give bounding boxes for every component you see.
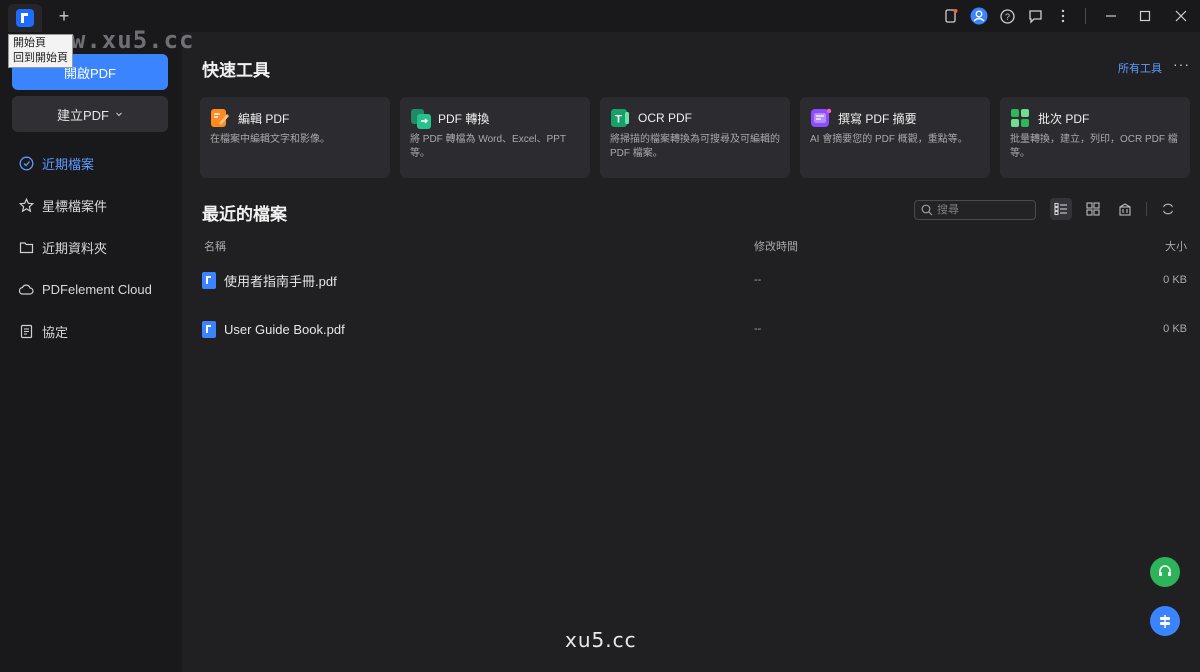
view-controls — [1050, 198, 1179, 220]
close-icon[interactable] — [1162, 2, 1200, 30]
sidebar-item-recent-folders[interactable]: 近期資料夾 — [0, 226, 182, 268]
column-header-name[interactable]: 名稱 — [204, 238, 226, 254]
create-pdf-label: 建立PDF — [56, 107, 109, 123]
tool-name: 撰寫 PDF 摘要 — [838, 111, 917, 126]
headset-icon — [1159, 565, 1171, 576]
more-menu-icon[interactable] — [1049, 2, 1077, 30]
sidebar-item-starred[interactable]: 星標檔案件 — [0, 184, 182, 226]
titlebar-divider — [1085, 8, 1086, 24]
sidebar-item-label: PDFelement Cloud — [42, 281, 152, 297]
tool-card-summarize-pdf[interactable]: 撰寫 PDF 摘要 AI 會摘要您的 PDF 概觀，重點等。 — [800, 97, 990, 178]
chevron-down-icon — [116, 112, 122, 117]
quick-tools-title: 快速工具 — [202, 61, 270, 80]
tool-card-batch-pdf[interactable]: 批次 PDF 批量轉換，建立，列印，OCR PDF 檔等。 — [1000, 97, 1190, 178]
account-avatar-icon[interactable] — [965, 2, 993, 30]
sidebar-nav: 近期檔案 星標檔案件 近期資料夾 PDFelement Cloud 協定 — [0, 142, 182, 352]
notification-icon[interactable] — [937, 2, 965, 30]
tool-card-convert-pdf[interactable]: PDF 轉換 將 PDF 轉檔為 Word、Excel、PPT 等。 — [400, 97, 590, 178]
main-content: 快速工具 所有工具 ··· 編輯 PDF 在檔案中編輯文字和影像。 PDF 轉換… — [182, 32, 1200, 672]
maximize-icon[interactable] — [1128, 2, 1162, 30]
tool-name: PDF 轉換 — [438, 111, 490, 126]
pdfelement-logo-icon — [16, 9, 34, 27]
file-name: 使用者指南手冊.pdf — [224, 273, 337, 289]
tool-description: 在檔案中編輯文字和影像。 — [210, 134, 330, 145]
signpost-icon — [1160, 615, 1170, 628]
batch-pdf-icon — [1010, 108, 1030, 128]
convert-pdf-icon — [410, 108, 431, 129]
sidebar-item-label: 協定 — [42, 324, 69, 340]
sidebar: 開啟PDF 建立PDF 近期檔案 星標檔案件 近期資料夾 PDFelement … — [0, 32, 182, 672]
watermark-bottom: xu5.cc — [565, 628, 637, 652]
sidebar-item-label: 近期資料夾 — [42, 240, 108, 256]
sidebar-item-label: 近期檔案 — [42, 156, 95, 172]
list-view-icon[interactable] — [1050, 198, 1072, 220]
search-icon — [921, 204, 933, 216]
new-tab-button[interactable]: + — [54, 6, 74, 26]
clock-icon — [18, 155, 34, 171]
all-tools-link[interactable]: 所有工具 — [1118, 60, 1162, 76]
tooltip-subtitle: 回到開始頁 — [13, 52, 68, 64]
tooltip-title: 開始頁 — [13, 37, 46, 49]
file-row[interactable]: 使用者指南手冊.pdf -- 0 KB — [202, 265, 1187, 295]
sidebar-item-cloud[interactable]: PDFelement Cloud — [0, 268, 182, 310]
tool-description: 將 PDF 轉檔為 Word、Excel、PPT 等。 — [410, 134, 566, 159]
help-icon[interactable]: ? — [993, 2, 1021, 30]
file-modified: -- — [754, 274, 762, 286]
tool-card-edit-pdf[interactable]: 編輯 PDF 在檔案中編輯文字和影像。 — [200, 97, 390, 178]
create-pdf-button[interactable]: 建立PDF — [12, 96, 168, 132]
file-size: 0 KB — [1163, 323, 1187, 335]
home-tab[interactable] — [8, 4, 42, 32]
tool-description: AI 會摘要您的 PDF 概觀，重點等。 — [810, 134, 968, 145]
quick-tools-list: 編輯 PDF 在檔案中編輯文字和影像。 PDF 轉換 將 PDF 轉檔為 Wor… — [200, 97, 1190, 178]
grid-view-icon[interactable] — [1082, 198, 1104, 220]
clear-history-icon[interactable] — [1114, 198, 1136, 220]
pdf-file-icon — [202, 271, 216, 289]
tool-name: 批次 PDF — [1038, 111, 1090, 126]
sidebar-item-agreements[interactable]: 協定 — [0, 310, 182, 352]
column-header-size[interactable]: 大小 — [1165, 238, 1187, 254]
edit-pdf-icon — [210, 108, 230, 128]
more-options-icon[interactable]: ··· — [1173, 56, 1190, 72]
tool-description: 將掃描的檔案轉換為可搜尋及可編輯的 PDF 檔案。 — [610, 134, 780, 159]
column-header-modified[interactable]: 修改時間 — [754, 238, 798, 254]
home-tab-tooltip: 開始頁 回到開始頁 — [8, 34, 73, 68]
sidebar-item-recent-files[interactable]: 近期檔案 — [0, 142, 182, 184]
titlebar-controls: ? — [937, 0, 1200, 32]
minimize-icon[interactable] — [1094, 2, 1128, 30]
search-input[interactable] — [937, 204, 1027, 216]
svg-text:T: T — [615, 114, 622, 126]
search-box[interactable] — [914, 200, 1036, 220]
sidebar-item-label: 星標檔案件 — [42, 198, 108, 214]
file-size: 0 KB — [1163, 274, 1187, 286]
ocr-pdf-icon: T — [610, 108, 630, 128]
cloud-icon — [18, 281, 34, 297]
star-icon — [18, 197, 34, 213]
support-button[interactable] — [1150, 557, 1180, 587]
svg-text:?: ? — [1004, 12, 1009, 22]
document-icon — [18, 323, 34, 339]
recent-files-title: 最近的檔案 — [202, 205, 287, 224]
tool-description: 批量轉換，建立，列印，OCR PDF 檔等。 — [1010, 134, 1178, 159]
file-row[interactable]: User Guide Book.pdf -- 0 KB — [202, 314, 1187, 344]
summarize-pdf-icon — [810, 108, 832, 128]
tool-card-ocr-pdf[interactable]: T OCR PDF 將掃描的檔案轉換為可搜尋及可編輯的 PDF 檔案。 — [600, 97, 790, 178]
view-divider — [1146, 202, 1147, 216]
feedback-icon[interactable] — [1021, 2, 1049, 30]
refresh-icon[interactable] — [1157, 198, 1179, 220]
tool-name: OCR PDF — [638, 111, 692, 125]
file-modified: -- — [754, 323, 762, 335]
file-name: User Guide Book.pdf — [224, 321, 345, 337]
pdf-file-icon — [202, 320, 216, 338]
folder-icon — [18, 239, 34, 255]
community-button[interactable] — [1150, 606, 1180, 636]
tool-name: 編輯 PDF — [238, 111, 290, 126]
